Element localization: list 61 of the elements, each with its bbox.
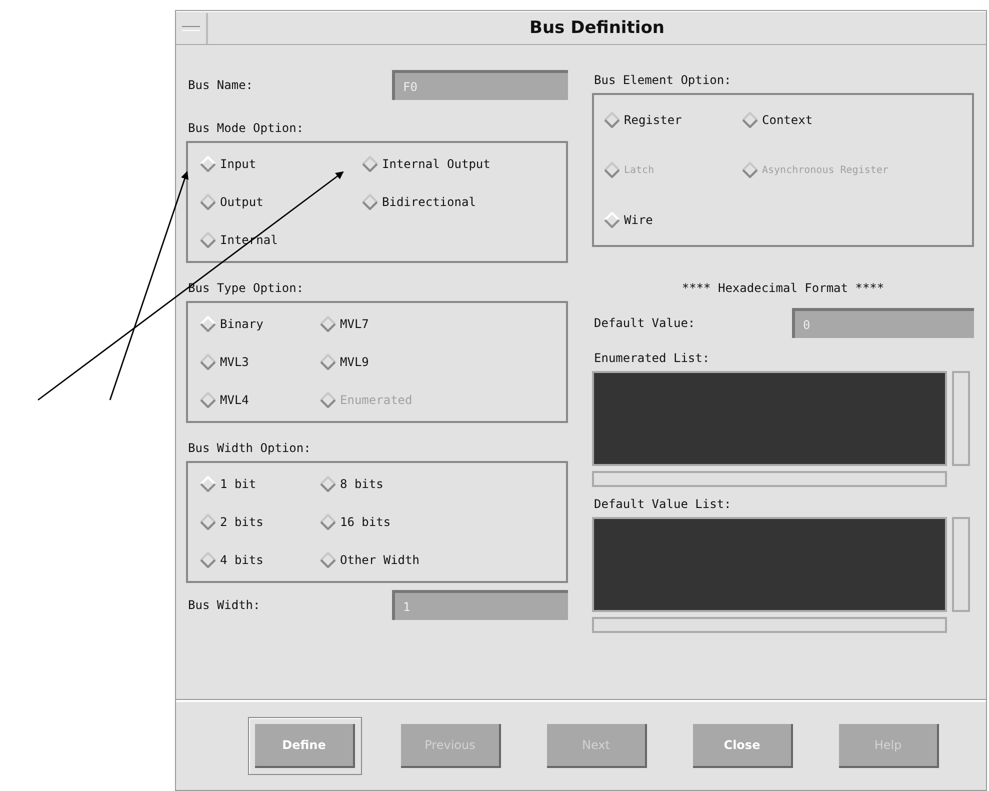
- radio-icon[interactable]: [200, 514, 216, 530]
- radio-icon[interactable]: [362, 156, 378, 172]
- group-label: Bus Width Option:: [187, 441, 312, 455]
- field-label: Default Value:: [593, 316, 696, 330]
- radio-icon[interactable]: [200, 316, 216, 332]
- format-note: **** Hexadecimal Format ****: [680, 281, 886, 295]
- bus-width-field[interactable]: 1: [392, 590, 568, 620]
- radio-icon[interactable]: [320, 316, 336, 332]
- option-label: MVL7: [340, 317, 369, 331]
- option-label: Input: [220, 157, 256, 171]
- radio-icon[interactable]: [320, 514, 336, 530]
- option-label: Output: [220, 195, 264, 209]
- radio-icon[interactable]: [200, 156, 216, 172]
- option-label: Internal Output: [382, 157, 490, 171]
- option-label: Asynchronous Register: [762, 164, 888, 176]
- option-label: Enumerated: [340, 393, 412, 407]
- radio-icon[interactable]: [200, 552, 216, 568]
- option-label: 4 bits: [220, 553, 264, 567]
- option-label: 2 bits: [220, 515, 264, 529]
- vertical-scrollbar[interactable]: [952, 371, 970, 466]
- option-label: Binary: [220, 317, 264, 331]
- option-label: Latch: [624, 164, 654, 176]
- option-label: 16 bits: [340, 515, 391, 529]
- horizontal-scrollbar[interactable]: [592, 617, 947, 633]
- radio-icon[interactable]: [320, 476, 336, 492]
- list-label: Default Value List:: [593, 497, 732, 511]
- field-label: Bus Name:: [187, 78, 254, 92]
- option-label: MVL3: [220, 355, 249, 369]
- option-label: MVL9: [340, 355, 369, 369]
- option-label: Bidirectional: [382, 195, 476, 209]
- option-label: 1 bit: [220, 477, 256, 491]
- option-label: Register: [624, 113, 682, 127]
- window-title: Bus Definition: [528, 18, 666, 38]
- option-label: 8 bits: [340, 477, 384, 491]
- radio-icon[interactable]: [604, 112, 620, 128]
- radio-icon[interactable]: [200, 354, 216, 370]
- list-label: Enumerated List:: [593, 351, 711, 365]
- horizontal-scrollbar[interactable]: [592, 471, 947, 487]
- list-box[interactable]: [592, 371, 947, 466]
- bus-name-field[interactable]: F0: [392, 70, 568, 100]
- radio-icon[interactable]: [742, 112, 758, 128]
- radio-icon[interactable]: [320, 354, 336, 370]
- radio-icon[interactable]: [604, 212, 620, 228]
- group-label: Bus Mode Option:: [187, 121, 305, 135]
- list-box[interactable]: [592, 517, 947, 612]
- radio-icon[interactable]: [200, 232, 216, 248]
- radio-icon[interactable]: [200, 476, 216, 492]
- vertical-scrollbar[interactable]: [952, 517, 970, 612]
- option-label: Other Width: [340, 553, 420, 567]
- radio-icon[interactable]: [200, 392, 216, 408]
- radio-icon[interactable]: [200, 194, 216, 210]
- option-label: MVL4: [220, 393, 249, 407]
- option-label: Wire: [624, 213, 653, 227]
- radio-icon[interactable]: [320, 552, 336, 568]
- field-label: Bus Width:: [187, 598, 260, 612]
- radio-icon[interactable]: [362, 194, 378, 210]
- group-label: Bus Type Option:: [187, 281, 305, 295]
- dialog-button[interactable]: Define: [248, 717, 362, 775]
- option-label: Context: [762, 113, 813, 127]
- group-label: Bus Element Option:: [593, 73, 732, 87]
- default-value-field[interactable]: 0: [792, 308, 974, 338]
